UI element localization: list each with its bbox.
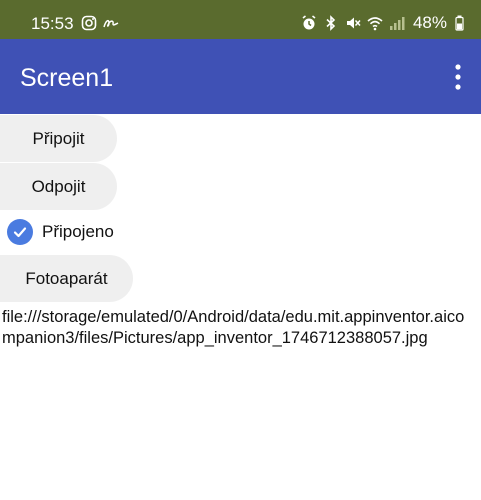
- connected-checkbox[interactable]: Připojeno: [7, 219, 114, 245]
- disconnect-button[interactable]: Odpojit: [0, 163, 117, 210]
- connect-button[interactable]: Připojit: [0, 115, 117, 162]
- wifi-icon: [367, 15, 383, 31]
- status-time: 15:53: [31, 14, 74, 33]
- connected-checkbox-label: Připojeno: [42, 222, 114, 241]
- bluetooth-icon: [323, 15, 339, 31]
- alarm-icon: [301, 15, 317, 31]
- more-vert-icon[interactable]: [453, 63, 463, 91]
- status-bar: 15:53 48%: [0, 0, 481, 39]
- camera-button[interactable]: Fotoaparát: [0, 255, 133, 302]
- page-title: Screen1: [20, 64, 114, 92]
- app-bar: Screen1: [0, 39, 481, 114]
- mute-icon: [345, 15, 361, 31]
- instagram-icon: [81, 15, 97, 31]
- status-right-icons: 48%: [301, 13, 469, 33]
- file-path-label: file:///storage/emulated/0/Android/data/…: [2, 308, 465, 347]
- status-left-icons: [81, 15, 119, 31]
- signal-icon: [389, 15, 405, 31]
- checkmark-icon: [7, 219, 33, 245]
- signature-icon: [103, 15, 119, 31]
- battery-percent: 48%: [412, 13, 447, 32]
- battery-icon: [453, 15, 469, 31]
